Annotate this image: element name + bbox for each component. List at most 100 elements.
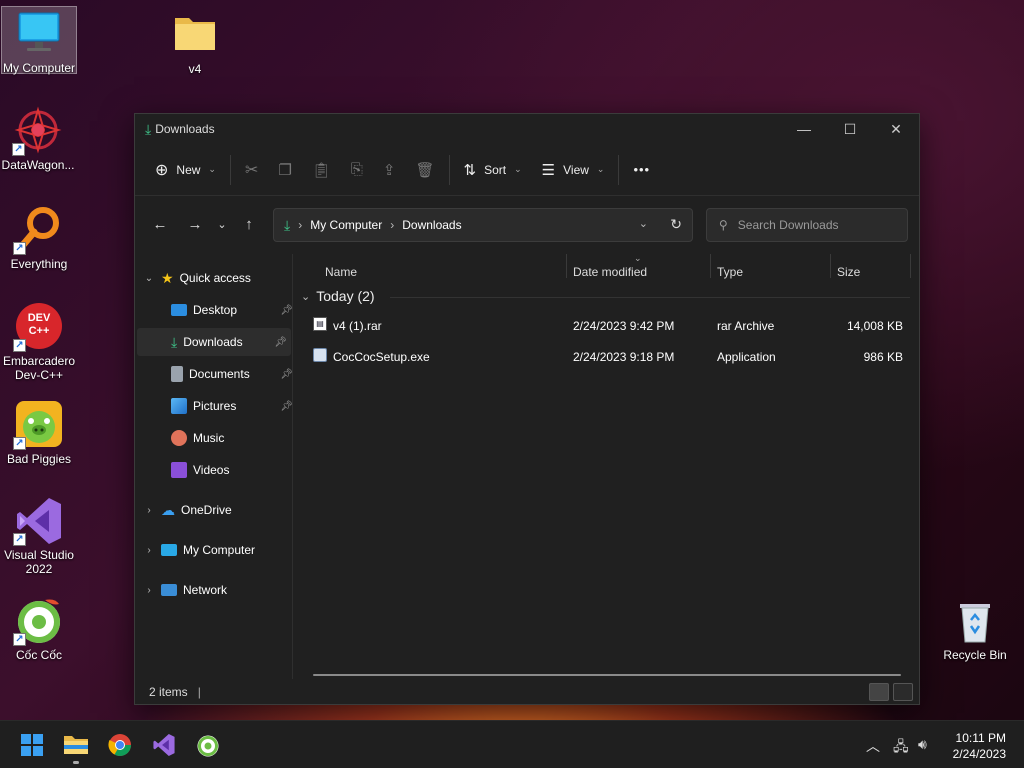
taskbar-coccoc[interactable] [192,730,224,760]
chevron-down-icon[interactable]: ⌄ [143,273,155,284]
pin-icon: 📌︎ [280,368,293,380]
large-icons-view-button[interactable] [893,683,913,701]
nav-item-label: Network [183,583,228,597]
chevron-right-icon[interactable]: › [143,545,155,556]
column-header-type[interactable]: Type [717,265,743,279]
nav-network[interactable]: › Network [143,576,289,604]
desktop-icon-bad-piggies[interactable]: ↗ Bad Piggies [1,398,77,466]
column-divider[interactable] [830,254,831,278]
download-icon: ⤓ [171,333,178,350]
horizontal-scrollbar[interactable] [313,674,901,676]
desktop-icon-label: Bad Piggies [6,452,72,466]
nav-quick-access[interactable]: ⌄ ★ Quick access [143,264,289,292]
desktop-icon-coccoc[interactable]: ↗ Cốc Cốc [1,594,77,662]
group-label: Today (2) [316,288,375,304]
close-button[interactable]: ✕ [873,114,919,144]
taskbar-visual-studio[interactable] [148,730,180,760]
sort-label: Sort [484,162,507,177]
file-row[interactable]: CocCocSetup.exe 2/24/2023 9:18 PM Applic… [295,342,915,372]
share-button[interactable]: ⇪ [373,154,406,186]
nav-item-downloads[interactable]: ⤓ Downloads 📌︎ [137,328,291,356]
column-header-date[interactable]: Date modified [573,265,647,279]
sort-button[interactable]: ⇅ Sort ⌄ [454,154,532,186]
minimize-button[interactable]: — [781,114,827,144]
refresh-icon[interactable]: ↻ [670,216,682,233]
chevron-down-icon: ⌄ [596,164,605,174]
nav-item-pictures[interactable]: Pictures 📌︎ [171,392,293,420]
forward-button[interactable]: → [180,209,210,239]
paste-button[interactable]: 📋︎ [302,154,341,186]
system-clock[interactable]: 10:11 PM 2/24/2023 [953,730,1006,762]
status-bar: 2 items | [135,680,919,704]
nav-my-computer[interactable]: › My Computer [143,536,289,564]
nav-item-music[interactable]: Music [171,424,289,452]
show-hidden-icons-chevron-icon[interactable]: ︿ [866,736,880,756]
volume-icon[interactable]: 🔊︎ [918,736,927,753]
pictures-icon [171,398,187,414]
column-headers: Name Date modified ⌄ Type Size [295,253,919,286]
column-header-name[interactable]: Name [325,265,357,279]
nav-item-documents[interactable]: Documents 📌︎ [171,360,293,388]
chevron-right-icon[interactable]: › [143,585,155,596]
nav-item-label: My Computer [183,543,256,557]
desktop-icon-visual-studio[interactable]: ↗ Visual Studio 2022 [1,494,77,576]
view-label: View [563,162,589,177]
cut-button[interactable]: ✂ [235,154,268,186]
file-row[interactable]: ▤ v4 (1).rar 2/24/2023 9:42 PM rar Archi… [295,311,915,341]
recent-locations-button[interactable]: ⌄ [210,209,234,239]
rar-archive-icon: ▤ [313,317,327,331]
view-button[interactable]: ☰ View ⌄ [532,154,615,186]
breadcrumb-separator-icon: › [298,218,303,232]
desktop-icon-my-computer[interactable]: My Computer [1,6,77,75]
address-dropdown-chevron-icon[interactable]: ⌄ [639,217,648,230]
group-header-today[interactable]: ⌄ Today (2) [301,288,375,304]
search-input[interactable] [737,218,888,232]
rename-button[interactable]: ⎘ [341,154,373,186]
trash-icon: 🗑︎ [415,161,435,179]
maximize-button[interactable]: ☐ [827,114,873,144]
more-options-button[interactable]: ••• [623,154,660,186]
start-button[interactable] [16,730,48,760]
desktop-icon-label: Visual Studio 2022 [4,548,74,576]
nav-onedrive[interactable]: › ☁ OneDrive [143,496,289,524]
document-icon [171,366,183,382]
title-bar[interactable]: ⤓ Downloads — ☐ ✕ [135,114,919,144]
share-icon: ⇪ [382,161,396,179]
column-header-size[interactable]: Size [837,265,860,279]
column-divider[interactable] [910,254,911,278]
taskbar-chrome[interactable] [104,730,136,760]
desktop-icon-label: My Computer [2,61,76,75]
breadcrumb-my-computer[interactable]: My Computer [310,218,382,232]
taskbar-file-explorer[interactable] [60,730,92,764]
chevron-right-icon[interactable]: › [143,505,155,516]
breadcrumb-downloads[interactable]: Downloads [402,218,461,232]
desktop-icon-everything[interactable]: ↗ Everything [1,203,77,271]
back-button[interactable]: ← [145,209,175,239]
command-bar: ⊕ New ⌄ ✂ ❐ 📋︎ ⎘ ⇪ 🗑︎ ⇅ Sort ⌄ ☰ View ⌄ … [135,144,919,196]
column-divider[interactable] [710,254,711,278]
visual-studio-icon [153,733,175,757]
scissors-icon: ✂ [244,161,259,179]
file-type: rar Archive [717,319,775,333]
devcpp-icon: DEV C++ ↗ [13,302,63,352]
desktop-icon-v4-folder[interactable]: v4 [157,8,233,76]
details-view-button[interactable] [869,683,889,701]
videos-icon [171,462,187,478]
nav-item-label: Pictures [193,399,237,413]
file-type: Application [717,350,776,364]
desktop-icon-devcpp[interactable]: DEV C++ ↗ Embarcadero Dev-C++ [1,300,77,382]
file-explorer-window: ⤓ Downloads — ☐ ✕ ⊕ New ⌄ ✂ ❐ 📋︎ ⎘ ⇪ 🗑︎ … [134,113,920,705]
nav-item-desktop[interactable]: Desktop 📌︎ [171,296,293,324]
column-divider[interactable] [566,254,567,278]
search-box[interactable]: ⚲ [706,208,908,242]
up-button[interactable]: ↑ [234,209,264,239]
new-button[interactable]: ⊕ New ⌄ [145,154,226,186]
network-status-icon[interactable]: 🖧︎ [893,736,909,760]
nav-item-videos[interactable]: Videos [171,456,289,484]
desktop-icon-datawagon[interactable]: ↗ DataWagon... [0,104,76,172]
delete-button[interactable]: 🗑︎ [405,154,444,186]
address-bar[interactable]: ⤓ › My Computer › Downloads ⌄ ↻ [273,208,693,242]
shortcut-arrow-icon: ↗ [13,437,26,450]
desktop-icon-recycle-bin[interactable]: Recycle Bin [937,594,1013,662]
copy-button[interactable]: ❐ [268,154,301,186]
